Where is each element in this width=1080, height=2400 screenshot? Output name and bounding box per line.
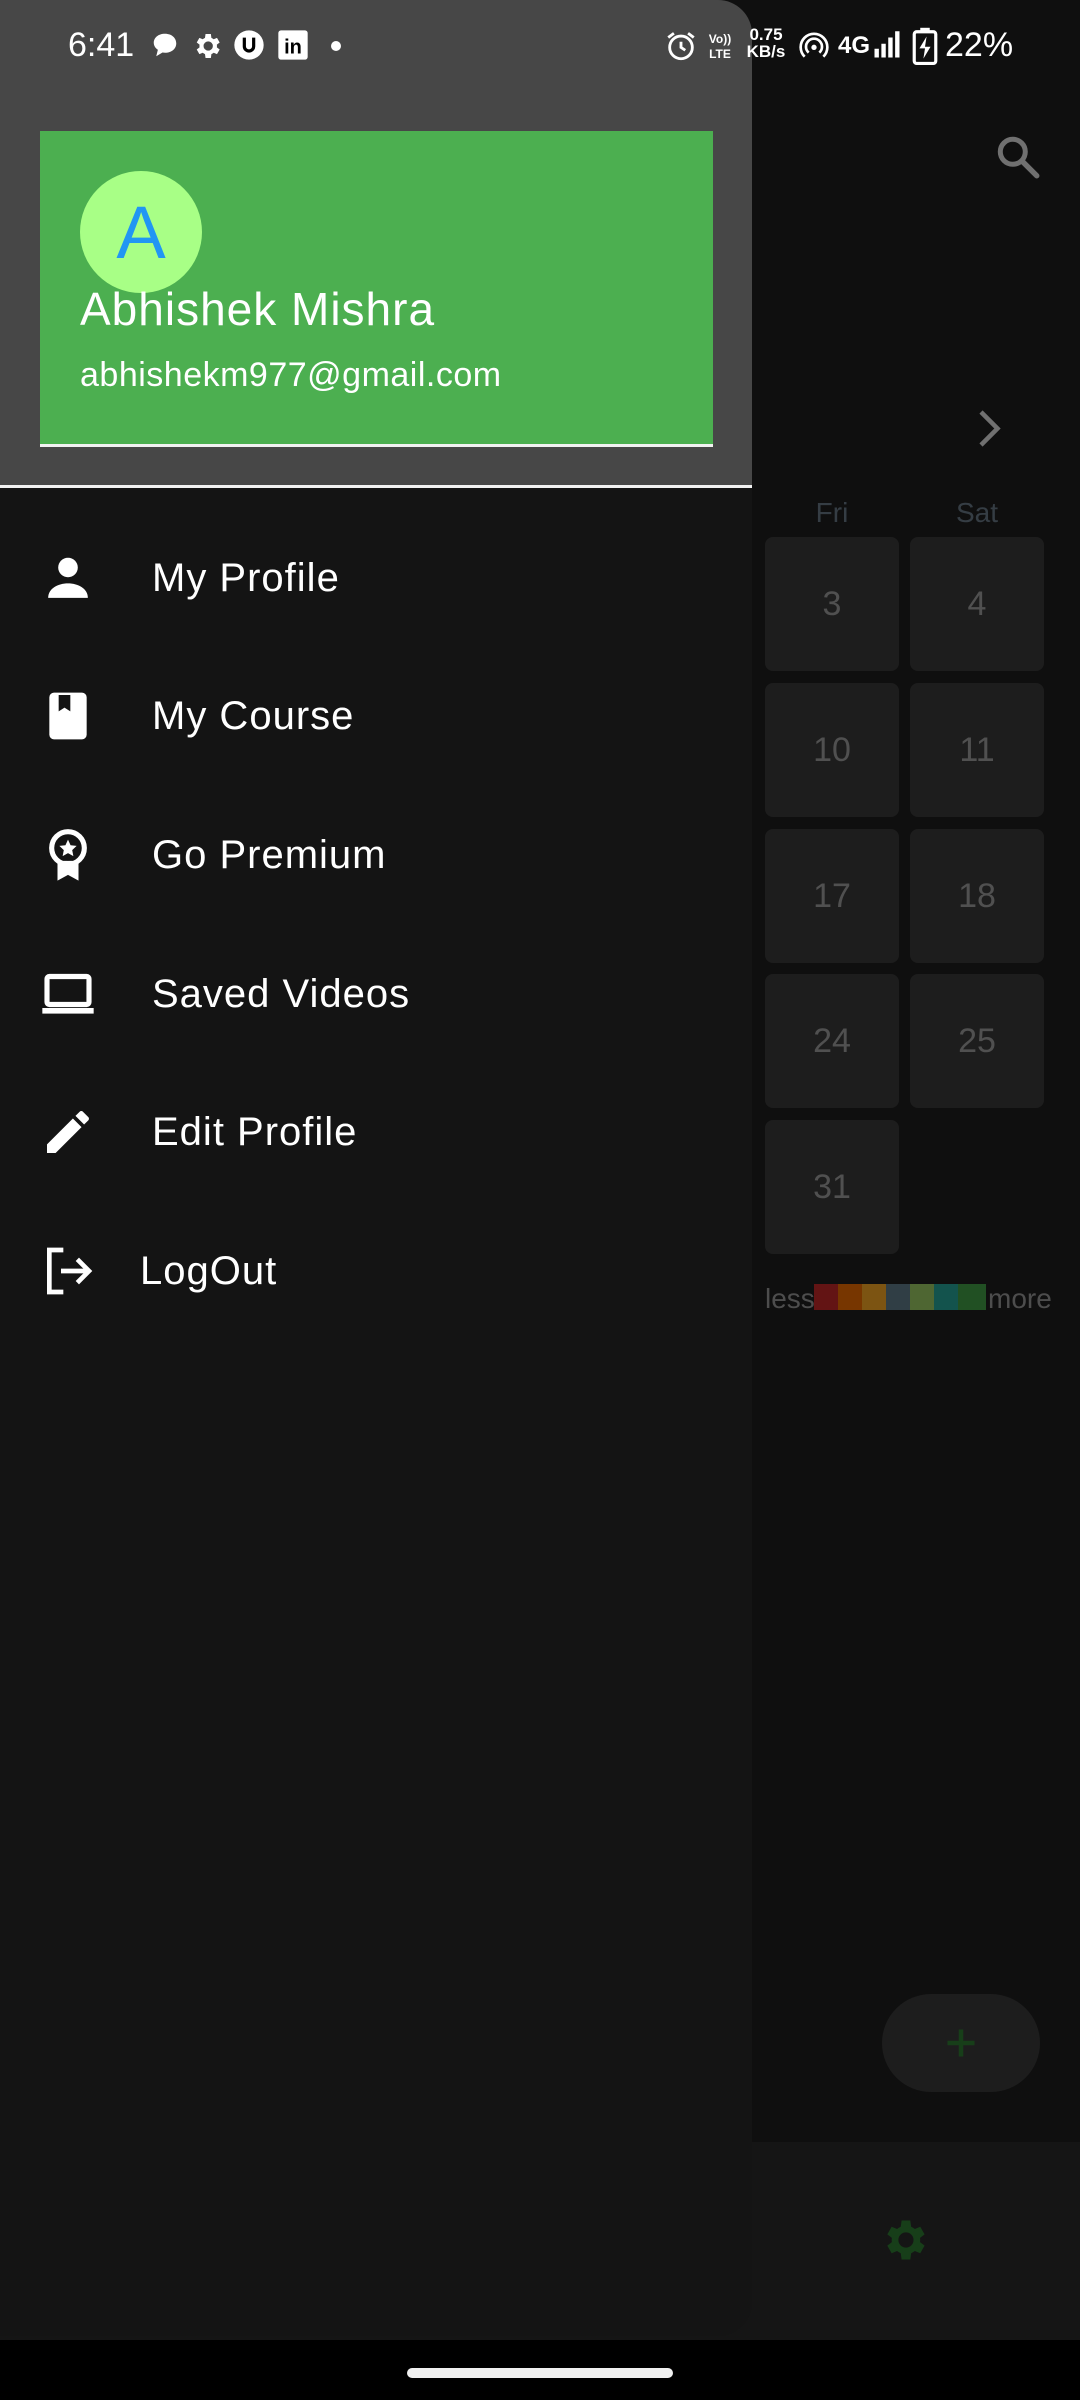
volte-icon: Vo)) LTE bbox=[709, 32, 731, 61]
network-speed-unit: KB/s bbox=[746, 42, 786, 61]
linkedin-text: in bbox=[284, 37, 302, 59]
menu-item-my-course[interactable]: My Course bbox=[0, 656, 752, 776]
home-indicator[interactable] bbox=[407, 2368, 673, 2378]
menu-label: My Course bbox=[152, 694, 355, 738]
menu-label: Saved Videos bbox=[152, 972, 411, 1016]
gear-icon bbox=[196, 34, 220, 58]
status-bar: 6:41 in Vo)) LTE 0.75 KB/s 4G 22% bbox=[0, 0, 1080, 92]
menu-label: My Profile bbox=[152, 556, 340, 600]
menu-label: LogOut bbox=[140, 1249, 278, 1293]
book-icon bbox=[49, 692, 87, 740]
linkedin-icon: in bbox=[278, 30, 308, 60]
menu-item-my-profile[interactable]: My Profile bbox=[0, 518, 752, 638]
menu-item-saved-videos[interactable]: Saved Videos bbox=[0, 934, 752, 1054]
menu-item-logout[interactable]: LogOut bbox=[0, 1211, 752, 1331]
menu-item-edit-profile[interactable]: Edit Profile bbox=[0, 1072, 752, 1192]
hotspot-icon bbox=[799, 32, 829, 58]
status-time: 6:41 bbox=[68, 26, 135, 64]
profile-email: abhishekm977@gmail.com bbox=[80, 356, 502, 394]
navigation-drawer: A Abhishek Mishra abhishekm977@gmail.com… bbox=[0, 0, 752, 2336]
volte-bottom: LTE bbox=[709, 47, 731, 61]
battery-charging-icon bbox=[912, 27, 938, 65]
network-speed-value: 0.75 bbox=[749, 25, 783, 44]
laptop-icon bbox=[42, 973, 94, 1014]
person-icon bbox=[48, 557, 88, 598]
signal-icon bbox=[874, 31, 900, 58]
dot-icon bbox=[331, 41, 341, 51]
battery-percentage: 22% bbox=[945, 26, 1014, 64]
profile-card-divider bbox=[40, 444, 713, 447]
avatar[interactable]: A bbox=[80, 171, 202, 293]
menu-label: Edit Profile bbox=[152, 1110, 358, 1154]
menu-item-go-premium[interactable]: Go Premium bbox=[0, 795, 752, 915]
menu-label: Go Premium bbox=[152, 833, 387, 877]
logout-icon bbox=[47, 1247, 93, 1295]
volte-top: Vo)) bbox=[709, 32, 731, 46]
u-badge-icon bbox=[234, 30, 264, 60]
alarm-icon bbox=[667, 32, 695, 61]
drawer-header-divider bbox=[0, 485, 752, 488]
network-type: 4G bbox=[838, 32, 871, 59]
network-speed: 0.75 KB/s bbox=[744, 26, 788, 60]
pencil-icon bbox=[47, 1111, 89, 1153]
award-icon bbox=[49, 829, 87, 881]
profile-name: Abhishek Mishra bbox=[80, 283, 436, 335]
chat-bubble-icon bbox=[153, 33, 177, 57]
